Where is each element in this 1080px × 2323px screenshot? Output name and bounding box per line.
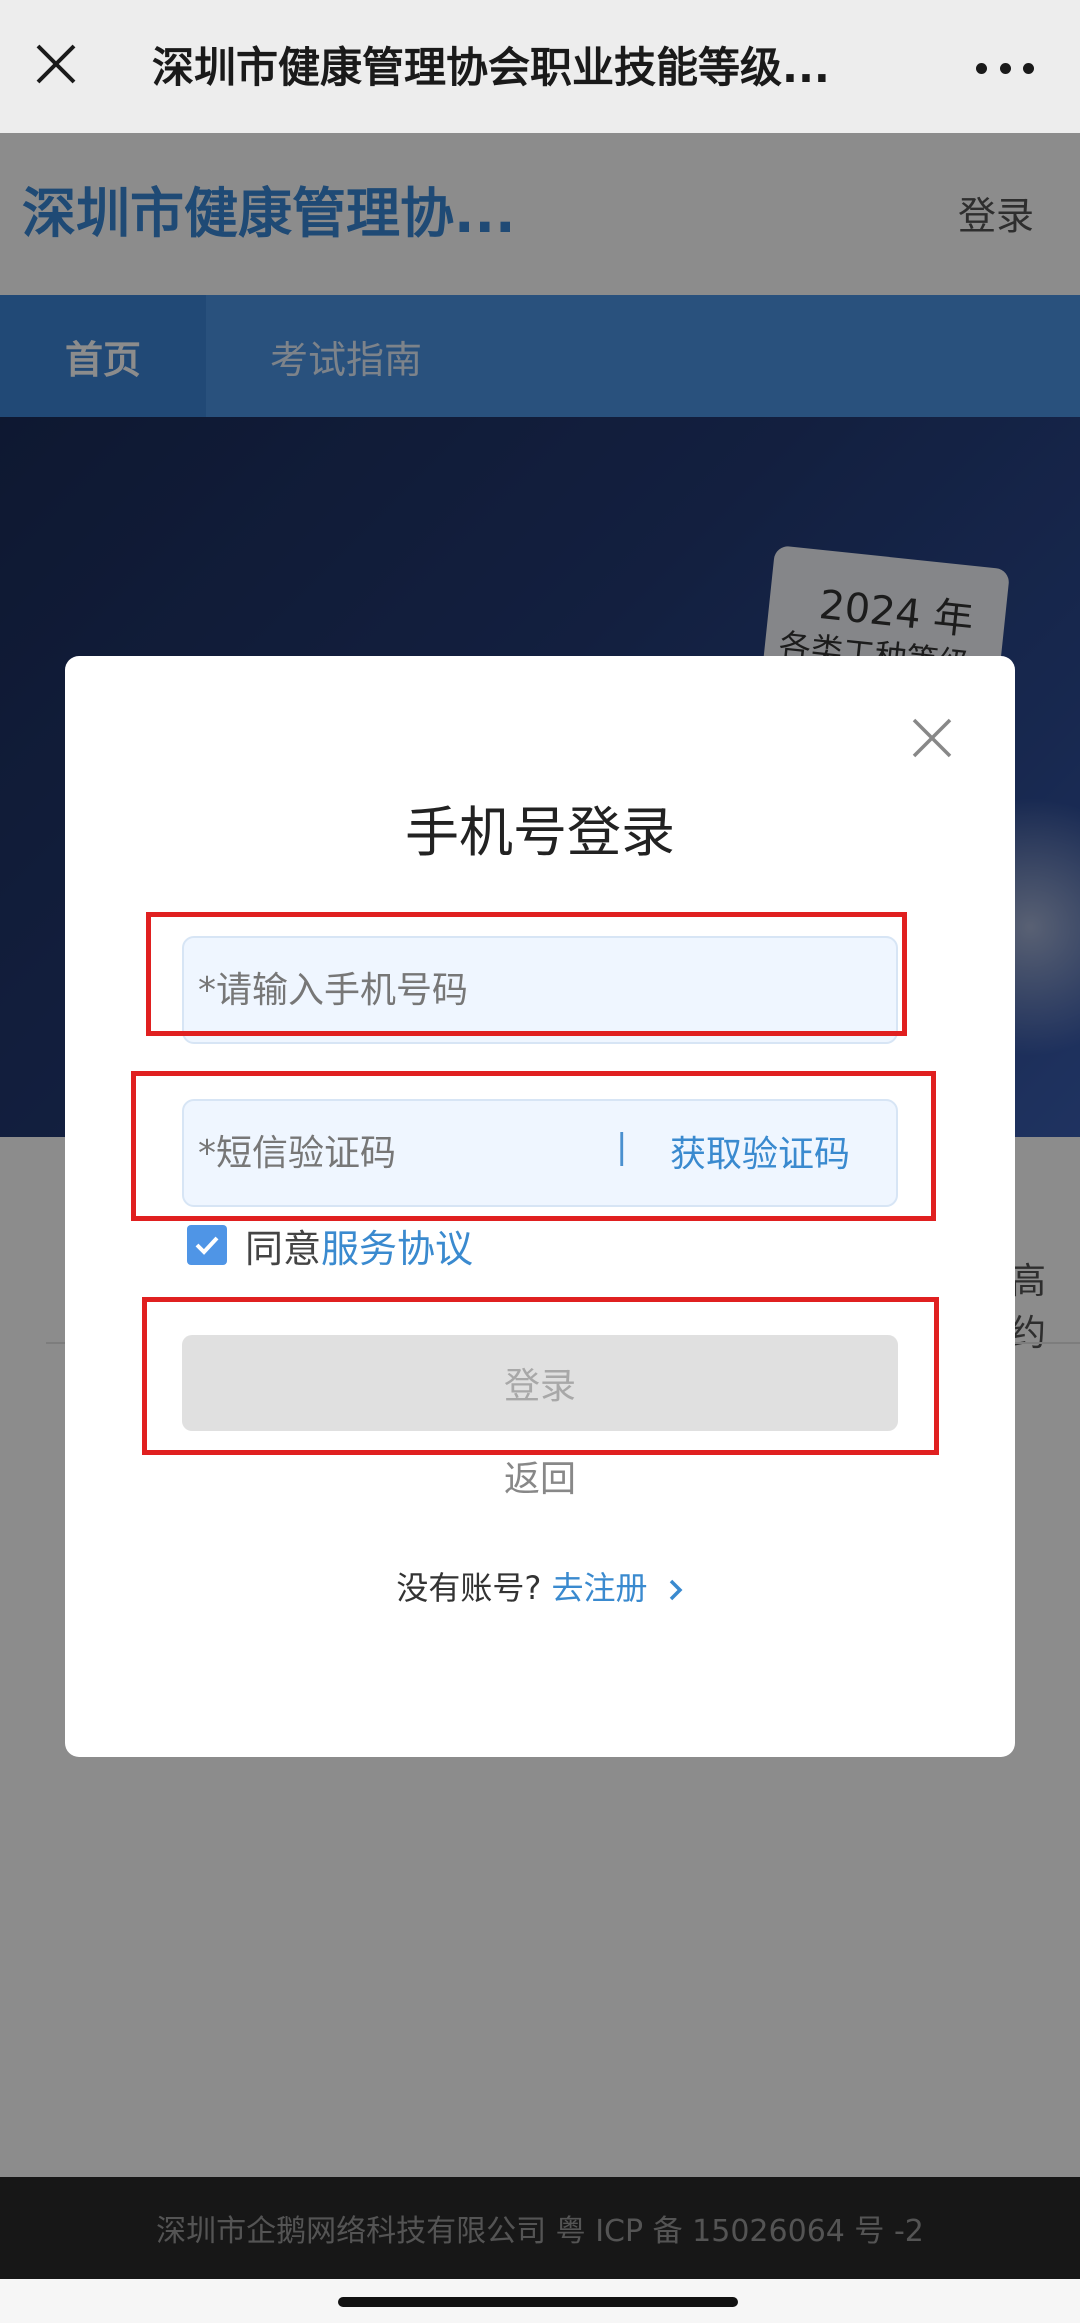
agree-label: 同意: [245, 1226, 322, 1271]
annotation-box-phone: [146, 912, 907, 1036]
back-link[interactable]: 返回: [65, 1456, 1015, 1504]
modal-title: 手机号登录: [405, 801, 675, 864]
more-icon[interactable]: [970, 40, 1040, 96]
close-icon[interactable]: [24, 32, 88, 96]
register-link[interactable]: 去注册: [551, 1569, 647, 1607]
annotation-box-code: [131, 1071, 936, 1221]
modal-close-icon[interactable]: [906, 712, 958, 764]
checkmark-icon: [195, 1236, 219, 1255]
annotation-box-login: [142, 1297, 939, 1455]
register-row: 没有账号? 去注册: [65, 1566, 1015, 1610]
wechat-top-bar: 深圳市健康管理协会职业技能等级...: [0, 0, 1080, 133]
agree-checkbox[interactable]: [187, 1225, 227, 1265]
agreement-row: 同意 服务协议: [187, 1218, 473, 1273]
chevron-right-icon[interactable]: [668, 1578, 684, 1602]
home-indicator: [338, 2297, 738, 2307]
no-account-label: 没有账号?: [396, 1569, 542, 1607]
service-agreement-link[interactable]: 服务协议: [321, 1218, 473, 1273]
wechat-page-title: 深圳市健康管理协会职业技能等级...: [152, 43, 830, 92]
